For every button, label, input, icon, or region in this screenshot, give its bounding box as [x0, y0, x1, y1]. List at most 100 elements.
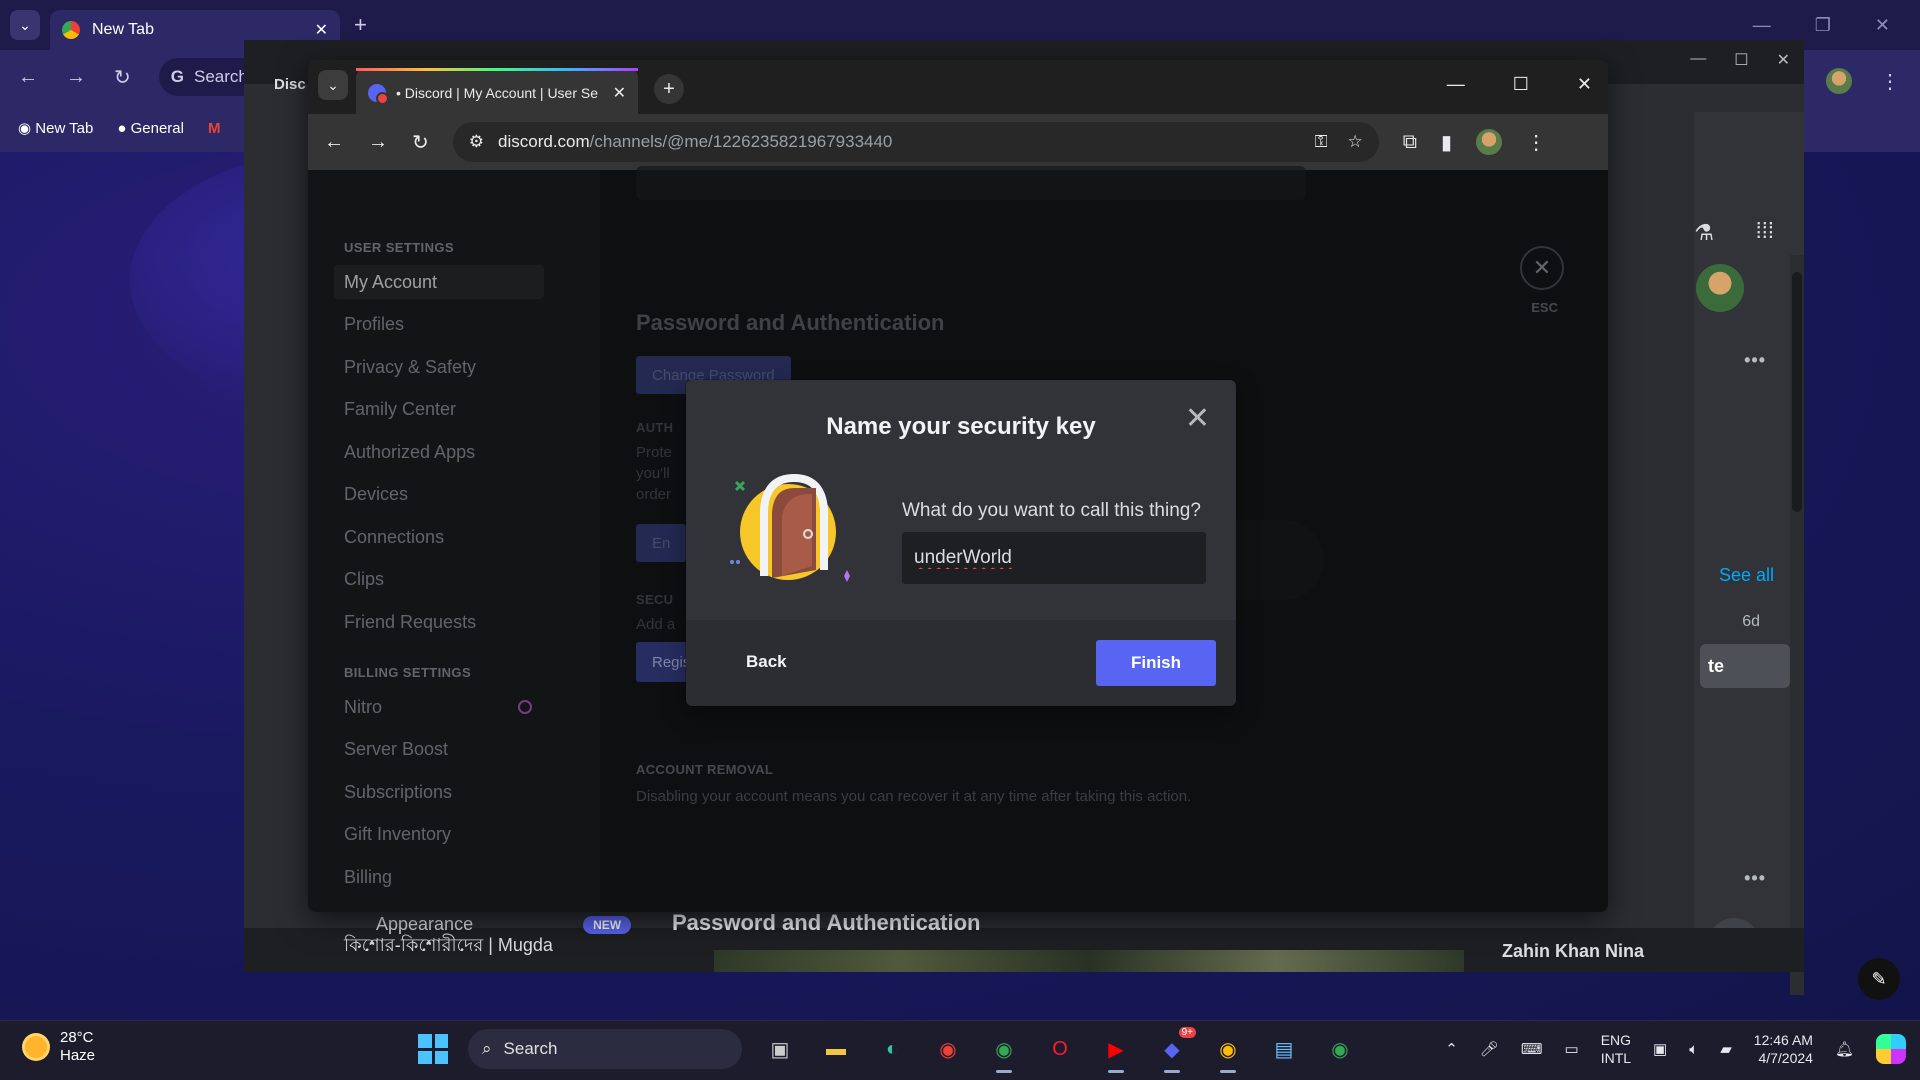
discord-badge: 9+: [1178, 1027, 1196, 1038]
display-icon[interactable]: ▭: [1565, 1040, 1579, 1058]
minimize-icon[interactable]: —: [1447, 74, 1465, 95]
new-tab-plus-icon[interactable]: +: [354, 12, 367, 38]
chrome-profile-icon[interactable]: ◉: [986, 1031, 1022, 1073]
clock[interactable]: 12:46 AM 4/7/2024: [1754, 1031, 1813, 1067]
middle-tab-fragment[interactable]: Disc: [274, 76, 306, 93]
bottom-section-heading: Password and Authentication: [672, 910, 981, 935]
restore-icon[interactable]: ❐: [1815, 15, 1831, 36]
url-domain: discord.com: [498, 132, 590, 151]
security-key-name-input[interactable]: [902, 532, 1206, 584]
modal-footer: Back Finish: [686, 620, 1236, 706]
menu-kebab-icon[interactable]: ⋮: [1880, 69, 1900, 94]
back-tab-title: New Tab: [92, 21, 154, 38]
bookmark-label: New Tab: [35, 120, 94, 137]
discord-icon[interactable]: ◆ 9+: [1154, 1027, 1196, 1073]
microphone-icon[interactable]: 🎤︎: [1480, 1040, 1499, 1058]
temperature: 28°C: [60, 1029, 94, 1046]
taskbar-search-label: Search: [503, 1039, 558, 1058]
close-tab-icon[interactable]: ✕: [613, 83, 626, 103]
extensions-icon[interactable]: ⧉: [1403, 131, 1417, 154]
close-icon[interactable]: ✕: [1777, 50, 1790, 70]
youtube-icon[interactable]: ▶: [1098, 1031, 1134, 1073]
task-view-icon[interactable]: ▣: [762, 1031, 798, 1067]
discord-favicon-icon: [368, 83, 389, 105]
network-icon[interactable]: ▣: [1653, 1040, 1667, 1058]
minimize-icon[interactable]: —: [1690, 50, 1706, 70]
more-options-icon[interactable]: •••: [1744, 350, 1766, 371]
modal-title: Name your security key: [826, 413, 1096, 440]
chrome-icon[interactable]: ◉: [930, 1031, 966, 1067]
back-arrow-icon[interactable]: ←: [324, 131, 344, 154]
system-tray: ⌃ 🎤︎ ⌨ ▭ ENG INTL ▣ 🔈︎ ▰ 12:46 AM 4/7/20…: [1445, 1031, 1906, 1067]
keyboard-icon[interactable]: ⌨: [1521, 1040, 1543, 1058]
maximize-icon[interactable]: ☐: [1734, 50, 1748, 70]
weather-widget[interactable]: 28°C Haze: [22, 1029, 95, 1065]
partial-button[interactable]: te: [1700, 644, 1790, 688]
tab-search-dropdown-icon[interactable]: ⌄: [10, 10, 40, 40]
close-icon[interactable]: ✕: [1185, 404, 1210, 434]
bookmark-general[interactable]: ● General: [117, 120, 184, 137]
notification-bell-icon[interactable]: 🔔︎: [1835, 1040, 1854, 1058]
windows-start-icon[interactable]: [418, 1034, 448, 1064]
see-all-link[interactable]: See all: [1719, 565, 1774, 586]
menu-kebab-icon[interactable]: ⋮: [1526, 130, 1546, 155]
back-arrow-icon[interactable]: ←: [18, 66, 38, 89]
address-bar[interactable]: ⚙ discord.com/channels/@me/1226235821967…: [452, 122, 1379, 162]
apps-grid-icon[interactable]: ⁞⁞⁞: [1756, 218, 1774, 244]
notepad-icon[interactable]: ▤: [1266, 1031, 1302, 1067]
close-tab-icon[interactable]: ✕: [315, 20, 328, 40]
back-button[interactable]: Back: [746, 652, 787, 672]
forward-arrow-icon[interactable]: →: [66, 66, 86, 89]
avatar[interactable]: [1696, 264, 1744, 312]
language-indicator[interactable]: ENG INTL: [1601, 1031, 1631, 1067]
new-tab-plus-icon[interactable]: +: [654, 74, 684, 104]
forward-arrow-icon[interactable]: →: [368, 131, 388, 154]
bookmark-new-tab[interactable]: ◉ New Tab: [18, 119, 93, 137]
reload-icon[interactable]: ↻: [412, 130, 429, 155]
front-tab-strip: ⌄ • Discord | My Account | User Se ✕ + —…: [308, 60, 1608, 114]
beaker-icon[interactable]: ⚗: [1694, 220, 1714, 246]
pen-icon[interactable]: ✎: [1858, 958, 1900, 1000]
maximize-icon[interactable]: ☐: [1513, 74, 1529, 95]
bookmark-star-icon[interactable]: ☆: [1348, 132, 1363, 152]
file-explorer-icon[interactable]: ▬: [818, 1031, 854, 1067]
chrome-active-icon[interactable]: ◉: [1210, 1031, 1246, 1073]
weather-text: 28°C Haze: [60, 1029, 95, 1065]
scrollbar-thumb[interactable]: [1792, 272, 1802, 512]
volume-icon[interactable]: 🔈︎: [1689, 1041, 1698, 1058]
reload-icon[interactable]: ↻: [114, 65, 131, 90]
gmail-icon[interactable]: M: [208, 120, 221, 137]
tab-search-dropdown-icon[interactable]: ⌄: [318, 70, 348, 100]
edge-icon[interactable]: ◐: [874, 1031, 910, 1067]
finish-button[interactable]: Finish: [1096, 640, 1216, 686]
side-panel-icon[interactable]: ▮: [1441, 130, 1452, 155]
security-key-modal: Name your security key ✕ What do you wan…: [686, 380, 1236, 706]
modal-prompt: What do you want to call this thing?: [902, 500, 1201, 521]
chrome-alt-icon[interactable]: ◉: [1322, 1031, 1358, 1067]
copilot-icon[interactable]: [1876, 1034, 1906, 1064]
chevron-up-icon[interactable]: ⌃: [1445, 1040, 1458, 1058]
window-controls: — ☐ ✕: [1447, 74, 1592, 95]
search-icon: ⌕: [482, 1039, 492, 1058]
opera-icon[interactable]: O: [1042, 1031, 1078, 1067]
site-info-icon[interactable]: ⚙: [469, 132, 484, 152]
profile-avatar[interactable]: [1826, 68, 1852, 94]
bookmark-label: General: [130, 119, 184, 137]
battery-icon[interactable]: ▰: [1720, 1040, 1732, 1058]
appearance-row[interactable]: Appearance NEW: [376, 914, 632, 935]
tab-discord[interactable]: • Discord | My Account | User Se ✕: [356, 68, 638, 114]
profile-avatar[interactable]: [1476, 129, 1503, 155]
key-icon[interactable]: ⚿: [1315, 132, 1328, 152]
more-options-icon[interactable]: •••: [1744, 868, 1766, 889]
front-browser-window: ⌄ • Discord | My Account | User Se ✕ + —…: [308, 60, 1608, 912]
lang-bottom: INTL: [1600, 1050, 1632, 1066]
lang-top: ENG: [1600, 1032, 1632, 1048]
back-omnibox-text: Search: [194, 67, 248, 86]
taskbar-search[interactable]: ⌕ Search: [468, 1029, 742, 1069]
time: 12:46 AM: [1753, 1032, 1813, 1048]
minimize-icon[interactable]: —: [1753, 15, 1771, 36]
taskbar: 28°C Haze ⌕ Search ▣ ▬ ◐ ◉ ◉ O ▶ ◆ 9+ ◉ ▤…: [0, 1020, 1920, 1080]
chrome-icon: [62, 21, 80, 39]
close-icon[interactable]: ✕: [1577, 74, 1592, 95]
close-icon[interactable]: ✕: [1875, 15, 1890, 36]
